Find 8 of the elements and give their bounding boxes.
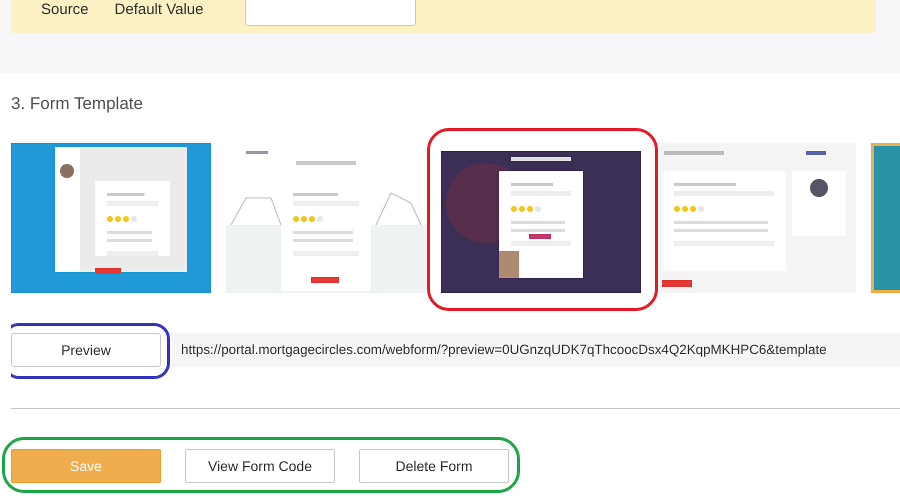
- action-button[interactable]: View Form Code: [185, 449, 335, 483]
- section-heading: 3. Form Template: [11, 93, 144, 113]
- preview-url: https://portal.mortgagecircles.com/webform/?preview=0UGnzqUDK7qThcoocDsx4Q2KqpMKHPC6&template: [172, 333, 900, 367]
- default-value-field[interactable]: [245, 0, 416, 26]
- preview-button[interactable]: Preview: [11, 333, 161, 367]
- column-header: Source: [41, 1, 89, 18]
- action-button[interactable]: Delete Form: [359, 449, 509, 483]
- column-header: Default Value: [114, 1, 204, 18]
